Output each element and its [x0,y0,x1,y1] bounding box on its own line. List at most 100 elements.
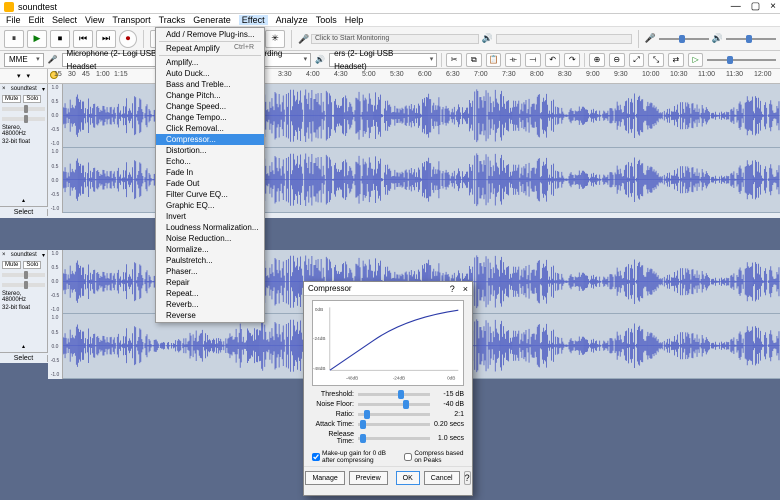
menu-file[interactable]: File [6,15,21,25]
track-select-button[interactable]: Select [0,209,48,216]
trim-button[interactable]: ⟛ [505,53,521,67]
track-select-button[interactable]: Select [0,355,48,362]
multi-tool[interactable]: ✳ [265,30,285,48]
skip-end-button[interactable]: ⏭ [96,30,116,48]
maximize-button[interactable]: ▢ [751,1,760,12]
fit-selection-button[interactable]: ⤢ [629,53,645,67]
track-close-button[interactable]: × [2,252,6,259]
pan-slider[interactable] [2,117,45,121]
menu-item-change-speed[interactable]: Change Speed... [156,101,264,112]
gain-slider[interactable] [2,107,45,111]
menu-item-phaser[interactable]: Phaser... [156,266,264,277]
menu-item-filter-curve-eq[interactable]: Filter Curve EQ... [156,189,264,200]
timeline-ruler[interactable]: ▾ ▾ 15 30 45 1:00 1:15 3:30 4:00 4:30 5:… [0,69,780,84]
cancel-button[interactable]: Cancel [424,471,460,485]
menu-item-click-removal[interactable]: Click Removal... [156,123,264,134]
mute-button[interactable]: Mute [2,261,21,269]
menu-item-loudness-norm[interactable]: Loudness Normalization... [156,222,264,233]
manage-button[interactable]: Manage [305,471,344,485]
track-collapse-button[interactable]: ▴ [2,197,45,204]
menu-item-graphic-eq[interactable]: Graphic EQ... [156,200,264,211]
pan-slider[interactable] [2,283,45,287]
noise-floor-slider[interactable] [358,403,430,406]
playback-meter[interactable] [496,34,632,44]
skip-start-button[interactable]: ⏮ [73,30,93,48]
mute-button[interactable]: Mute [2,95,21,103]
copy-button[interactable]: ⧉ [466,53,482,67]
menu-help[interactable]: Help [345,15,364,25]
preview-button[interactable]: Preview [349,471,388,485]
track-menu-dropdown-icon[interactable]: ▾ [42,86,45,93]
recording-volume-slider[interactable] [659,38,709,40]
menu-effect[interactable]: Effect [239,15,268,25]
silence-button[interactable]: ⟞ [525,53,541,67]
attack-slider[interactable] [358,423,430,426]
menu-item-repeat[interactable]: Repeat... [156,288,264,299]
stop-button[interactable]: ⏹ [50,30,70,48]
menu-item-noise-reduction[interactable]: Noise Reduction... [156,233,264,244]
play-button[interactable]: ▶ [27,30,47,48]
record-button[interactable]: ⏺ [119,30,137,48]
menu-item-repair[interactable]: Repair [156,277,264,288]
menu-item-distortion[interactable]: Distortion... [156,145,264,156]
ratio-slider[interactable] [358,413,430,416]
menu-item-amplify[interactable]: Amplify... [156,57,264,68]
track-close-button[interactable]: × [2,86,6,93]
audio-host-combo[interactable]: MME [4,53,44,67]
threshold-slider[interactable] [358,393,430,396]
dialog-help-button[interactable]: ? [450,284,455,294]
menu-item-paulstretch[interactable]: Paulstretch... [156,255,264,266]
menu-item-change-tempo[interactable]: Change Tempo... [156,112,264,123]
undo-button[interactable]: ↶ [545,53,561,67]
menu-analyze[interactable]: Analyze [276,15,308,25]
release-slider[interactable] [358,437,430,440]
pause-button[interactable]: ⏸ [4,30,24,48]
track-collapse-button[interactable]: ▴ [2,343,45,350]
play-at-speed-button[interactable]: ▷ [688,53,704,67]
menu-item-compressor[interactable]: Compressor... [156,134,264,145]
menu-item-fade-out[interactable]: Fade Out [156,178,264,189]
menu-tools[interactable]: Tools [316,15,337,25]
track-menu-dropdown-icon[interactable]: ▾ [42,252,45,259]
cut-button[interactable]: ✂ [446,53,462,67]
menu-item-bass-treble[interactable]: Bass and Treble... [156,79,264,90]
menu-item-change-pitch[interactable]: Change Pitch... [156,90,264,101]
pin-right-icon[interactable]: ▾ [27,72,31,80]
menu-item-repeat-last[interactable]: Repeat AmplifyCtrl+R [156,43,264,54]
menu-generate[interactable]: Generate [193,15,231,25]
menu-tracks[interactable]: Tracks [159,15,186,25]
solo-button[interactable]: Solo [23,95,41,103]
menu-select[interactable]: Select [52,15,77,25]
makeup-gain-checkbox[interactable]: Make-up gain for 0 dB after compressing [312,450,398,464]
menu-item-auto-duck[interactable]: Auto Duck... [156,68,264,79]
paste-button[interactable]: 📋 [486,53,502,67]
ok-button[interactable]: OK [396,471,420,485]
track-name[interactable]: soundtest [11,252,37,259]
menu-item-fade-in[interactable]: Fade In [156,167,264,178]
menu-item-reverse[interactable]: Reverse [156,310,264,321]
track-control-panel[interactable]: × soundtest ▾ Mute Solo Stereo, 48000Hz … [0,84,48,206]
peak-compress-checkbox[interactable]: Compress based on Peaks [404,450,464,464]
fit-project-button[interactable]: ⤡ [648,53,664,67]
menu-item-add-remove-plugins[interactable]: Add / Remove Plug-ins... [156,29,264,40]
playback-volume-slider[interactable] [726,38,776,40]
dialog-close-button[interactable]: × [463,284,468,294]
menu-item-normalize[interactable]: Normalize... [156,244,264,255]
menu-item-echo[interactable]: Echo... [156,156,264,167]
play-speed-slider[interactable] [707,59,776,61]
pin-left-icon[interactable]: ▾ [17,72,21,80]
dialog-titlebar[interactable]: Compressor ? × [304,282,472,296]
solo-button[interactable]: Solo [23,261,41,269]
gain-slider[interactable] [2,273,45,277]
track-control-panel[interactable]: × soundtest ▾ Mute Solo Stereo, 48000Hz … [0,250,48,352]
playback-device-combo[interactable]: ers (2- Logi USB Headset) [329,53,437,67]
menu-edit[interactable]: Edit [29,15,45,25]
zoom-out-button[interactable]: ⊖ [609,53,625,67]
help-button[interactable]: ? [464,471,471,485]
minimize-button[interactable]: — [731,1,741,12]
recording-meter[interactable]: Click to Start Monitoring [311,34,479,44]
track-name[interactable]: soundtest [11,86,37,93]
close-button[interactable]: × [770,1,776,12]
menu-item-reverb[interactable]: Reverb... [156,299,264,310]
menu-transport[interactable]: Transport [112,15,150,25]
